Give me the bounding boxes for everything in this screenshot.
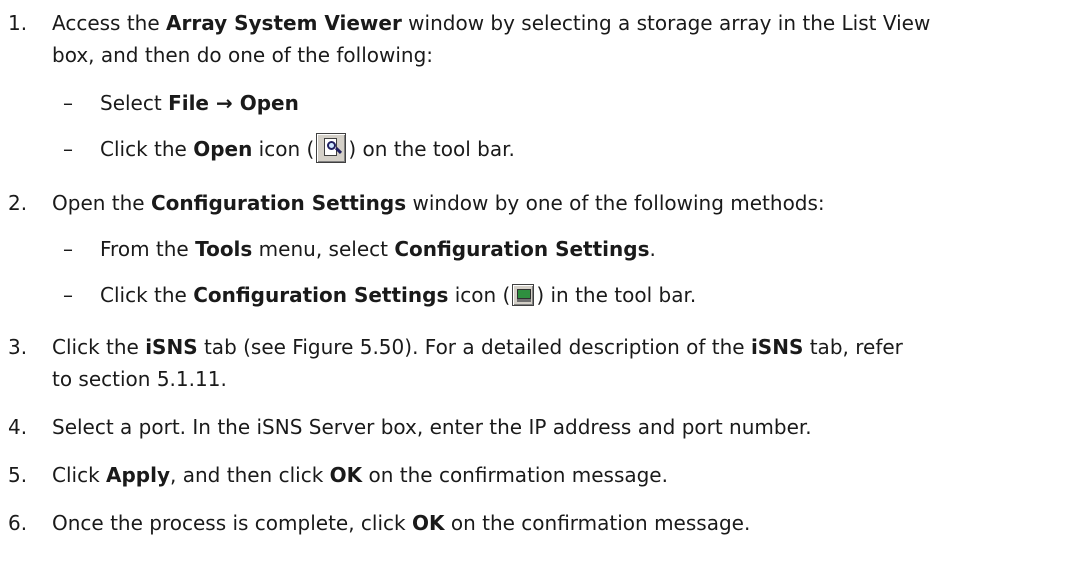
step-text: . xyxy=(649,237,656,261)
step-text: tab, refer xyxy=(803,335,903,359)
step-text: Once the process is complete, click xyxy=(52,511,412,535)
step-text: tab (see Figure 5.50). For a detailed de… xyxy=(197,335,751,359)
step-text: to section 5.1.11. xyxy=(52,367,227,391)
step-text: icon ( xyxy=(448,283,511,307)
dash-bullet: – xyxy=(63,283,73,307)
open-magnifier-icon xyxy=(316,132,347,163)
step-number: 5. xyxy=(8,463,28,487)
step-text: Click the xyxy=(100,283,194,307)
ui-term: Configuration Settings xyxy=(150,191,407,215)
step-number: 6. xyxy=(8,511,28,535)
step-text: Click the xyxy=(100,137,194,161)
step-text: window by selecting a storage array in t… xyxy=(401,11,931,35)
ui-term: iSNS xyxy=(145,335,198,359)
step-text: ) on the tool bar. xyxy=(348,137,515,161)
ui-term: OK xyxy=(411,511,445,535)
arrow-glyph: → xyxy=(209,91,240,115)
step-text: Click the xyxy=(52,335,146,359)
step-text: From the xyxy=(100,237,196,261)
ui-term: Configuration Settings xyxy=(394,237,650,261)
step-text: icon ( xyxy=(252,137,315,161)
ui-term: File xyxy=(168,91,209,115)
ui-term: iSNS xyxy=(750,335,804,359)
step-text: on the confirmation message. xyxy=(362,463,668,487)
step-number: 3. xyxy=(8,335,28,359)
step-text: window by one of the following methods: xyxy=(406,191,825,215)
ui-term: Open xyxy=(239,91,299,115)
ui-term: Tools xyxy=(195,237,253,261)
step-text: Select a port. In the iSNS Server box, e… xyxy=(52,415,812,439)
step-text: ) in the tool bar. xyxy=(536,283,697,307)
dash-bullet: – xyxy=(63,137,73,161)
step-text: Open the xyxy=(52,191,151,215)
dash-bullet: – xyxy=(63,237,73,261)
dash-bullet: – xyxy=(63,91,73,115)
step-text: Select xyxy=(100,91,169,115)
configuration-settings-icon xyxy=(512,283,535,306)
ui-term: OK xyxy=(329,463,363,487)
step-text: on the confirmation message. xyxy=(444,511,751,535)
step-text: Access the xyxy=(52,11,167,35)
ui-term: Array System Viewer xyxy=(166,11,402,35)
step-text: menu, select xyxy=(252,237,395,261)
ui-term: Apply xyxy=(106,463,171,487)
ui-term: Configuration Settings xyxy=(193,283,449,307)
step-number: 4. xyxy=(8,415,28,439)
instruction-document: 1. Access the Array System Viewer window… xyxy=(0,0,1090,563)
step-text: , and then click xyxy=(170,463,330,487)
step-number: 2. xyxy=(8,191,28,215)
ui-term: Open xyxy=(193,137,253,161)
step-text: Click xyxy=(52,463,107,487)
step-text: box, and then do one of the following: xyxy=(52,43,434,67)
step-number: 1. xyxy=(8,11,28,35)
